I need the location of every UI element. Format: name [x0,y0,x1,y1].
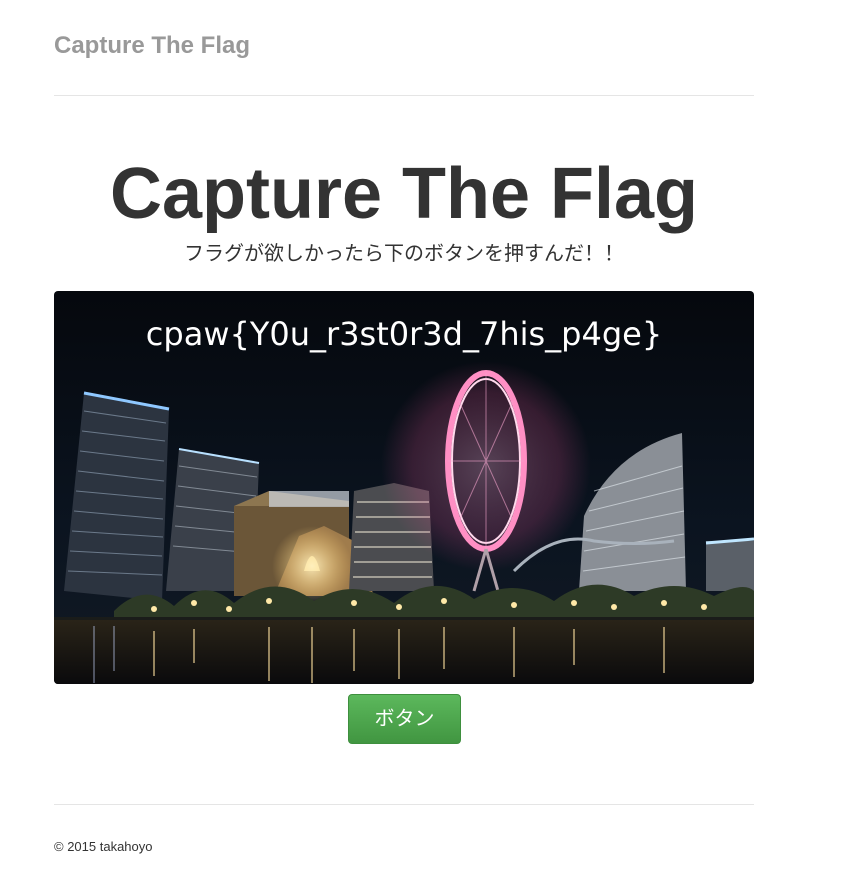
flag-overlay-text: cpaw{Y0u_r3st0r3d_7his_p4ge} [145,315,663,353]
page-title: Capture The Flag [109,154,699,234]
lead-text: フラグが欲しかったら下のボタンを押すんだ！！ [184,243,624,265]
footer-copyright: © 2015 takahoyo [54,839,153,854]
page-container: Capture The Flag Capture The Flag フラグが欲し… [54,0,754,854]
header: Capture The Flag [54,0,754,96]
footer: © 2015 takahoyo [54,804,754,855]
site-brand[interactable]: Capture The Flag [54,31,250,61]
flag-button[interactable]: ボタン [348,694,461,744]
